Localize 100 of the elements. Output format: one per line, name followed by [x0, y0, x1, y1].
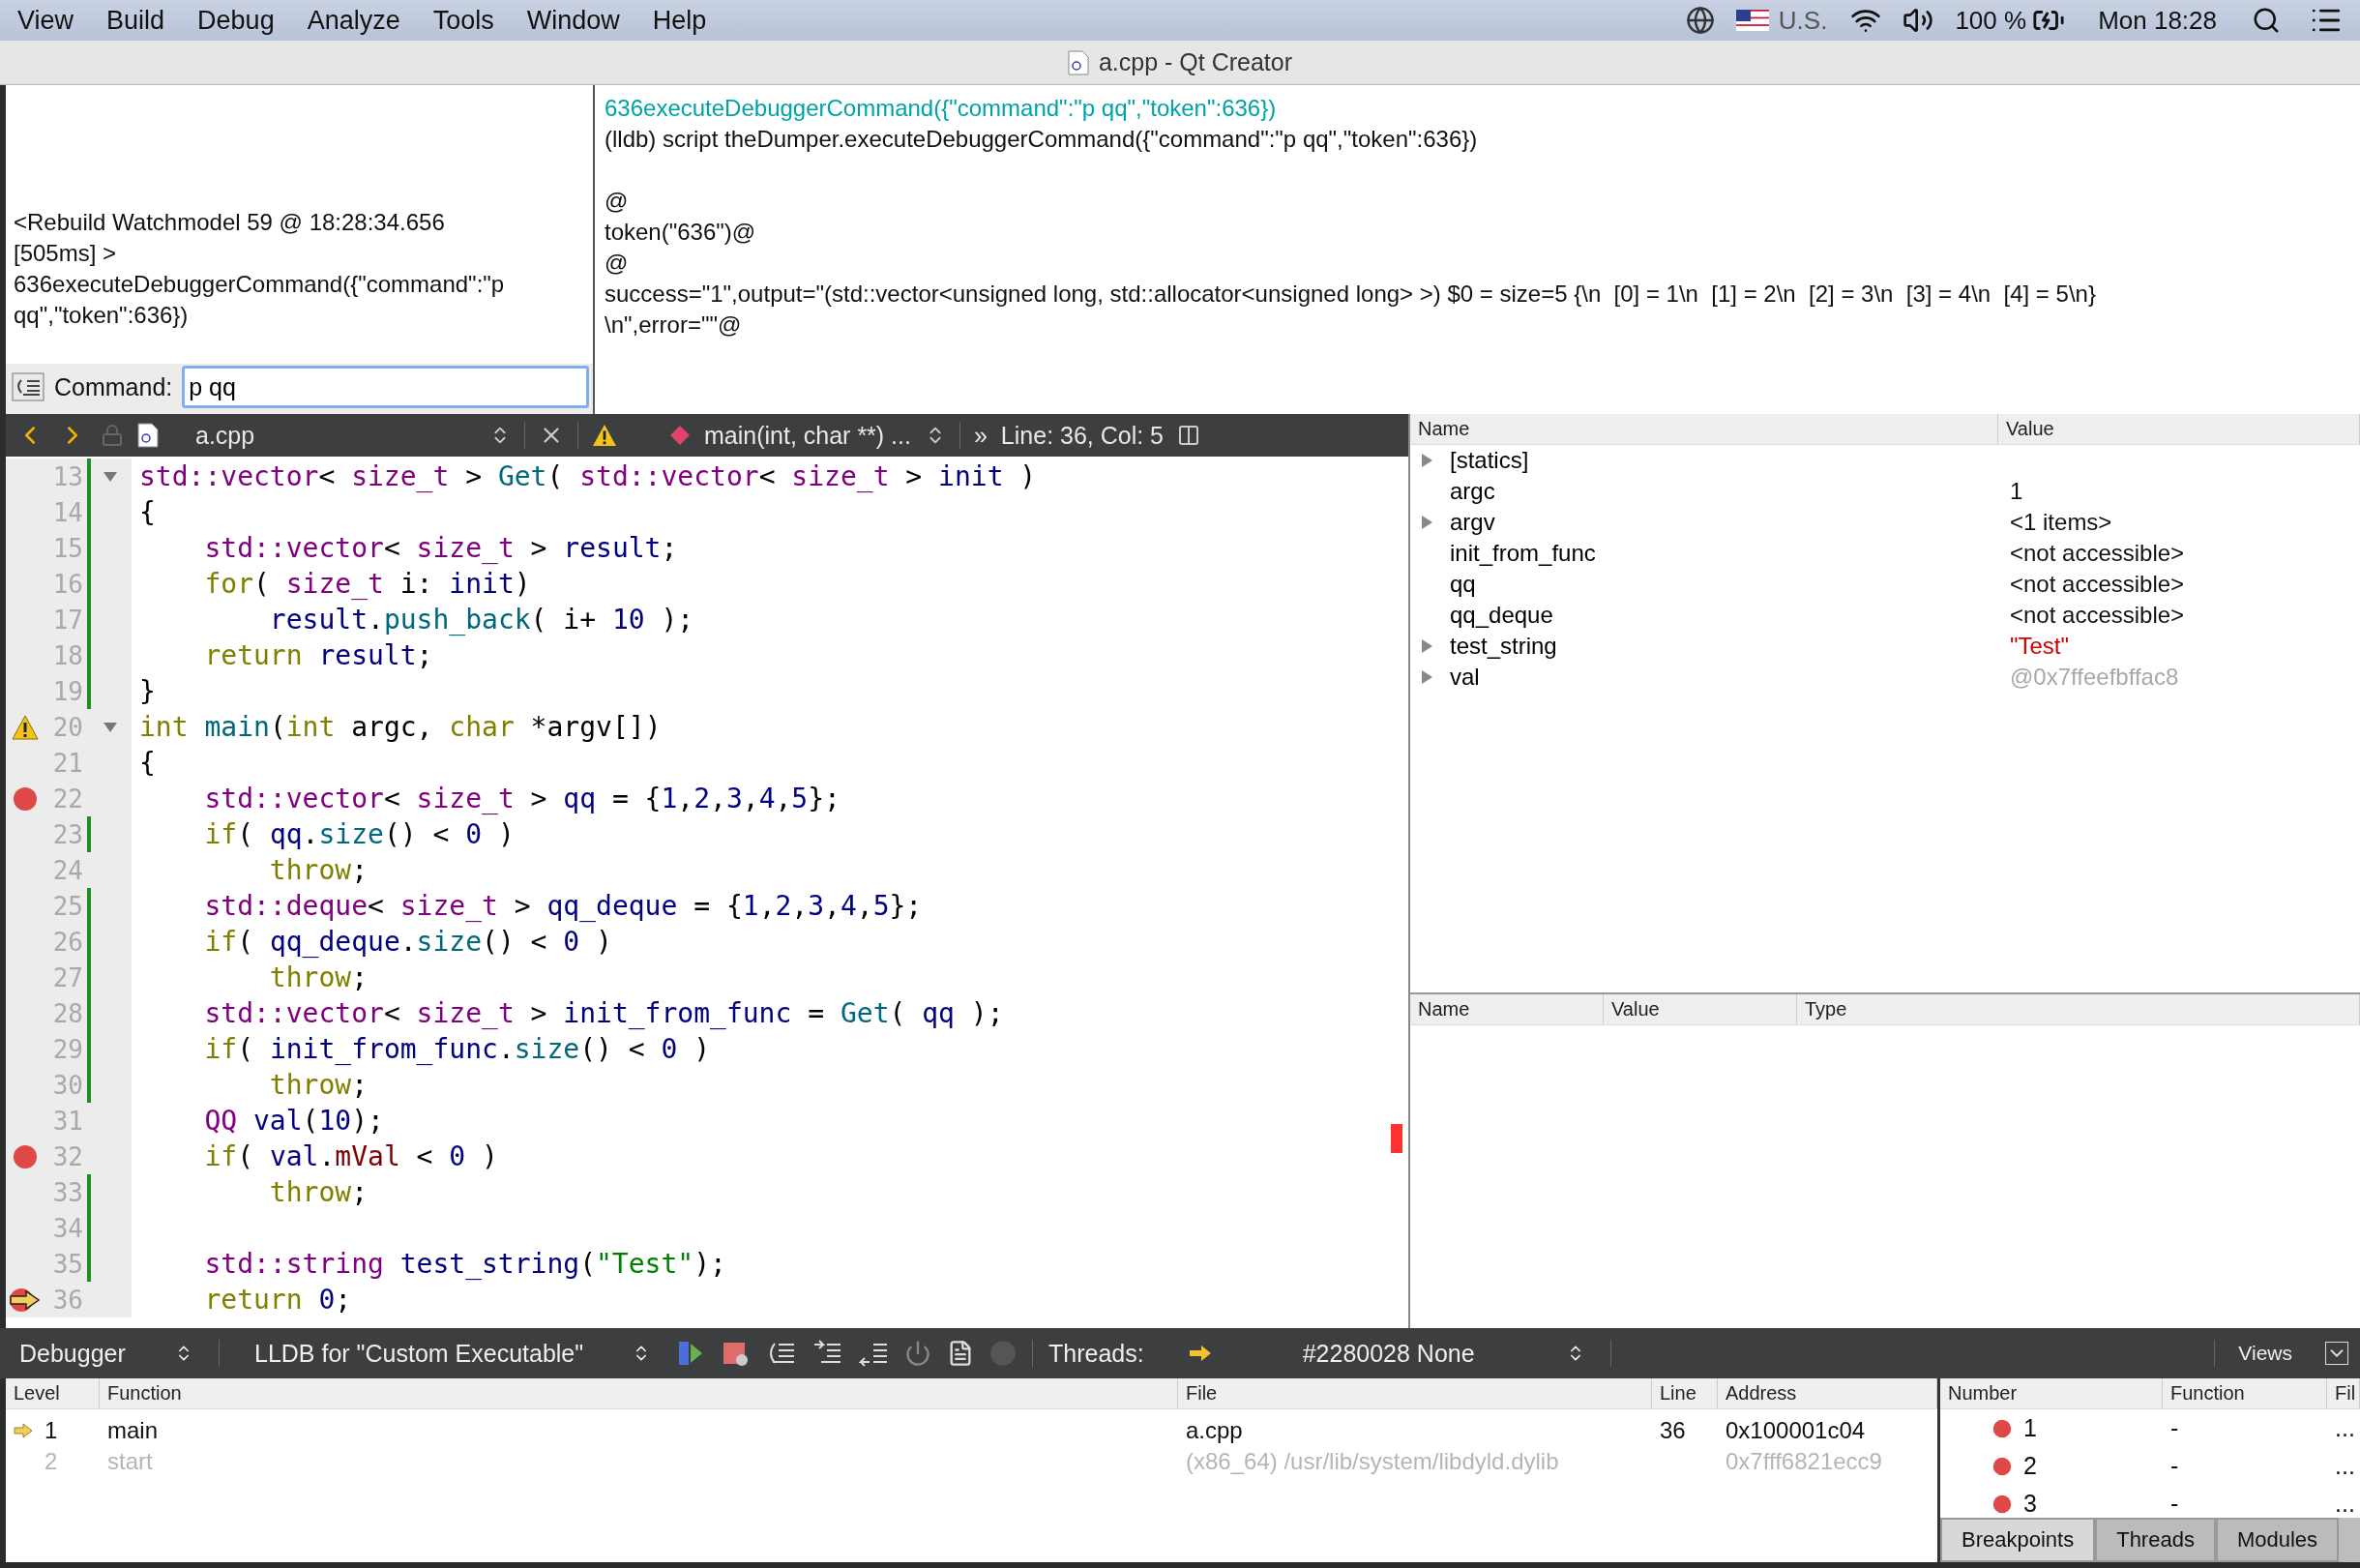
line-number: 30: [51, 1070, 83, 1100]
globe-icon[interactable]: [1685, 6, 1715, 35]
code-line: std::vector< size_t > result;: [203, 532, 678, 564]
split-icon[interactable]: [1177, 424, 1201, 447]
column-header[interactable]: Address: [1718, 1378, 1937, 1408]
code-line: {: [138, 496, 156, 528]
stack-level: 1: [44, 1417, 58, 1444]
line-number: 16: [51, 569, 83, 599]
column-header[interactable]: Name: [1410, 414, 1998, 444]
threads-label: Threads:: [1048, 1339, 1144, 1368]
column-header[interactable]: Line: [1652, 1378, 1718, 1408]
column-header[interactable]: Value: [1604, 994, 1797, 1024]
breakpoint-file: ...: [2335, 1414, 2355, 1442]
breakpoint-number[interactable]: 1: [2023, 1414, 2037, 1442]
fold-icon[interactable]: [103, 721, 118, 733]
variable-name[interactable]: qq_deque: [1450, 602, 1553, 629]
line-number: 35: [51, 1249, 83, 1279]
variable-name[interactable]: [statics]: [1450, 447, 1529, 474]
target-dropdown[interactable]: LLDB for "Custom Executable": [235, 1339, 661, 1368]
stack-address: 0x100001c04: [1726, 1417, 1866, 1444]
tab[interactable]: Breakpoints: [1940, 1518, 2096, 1562]
console-icon[interactable]: [12, 372, 44, 401]
search-icon[interactable]: [2252, 6, 2281, 35]
code-line: if( val.mVal < 0 ): [203, 1140, 498, 1172]
menu-item[interactable]: Window: [526, 5, 620, 36]
expand-arrow-icon[interactable]: [1422, 639, 1432, 653]
cursor-position[interactable]: Line: 36, Col: 5: [1000, 421, 1165, 450]
menu-item[interactable]: Tools: [432, 5, 494, 36]
warning-icon[interactable]: [592, 424, 617, 447]
column-header[interactable]: Number: [1940, 1378, 2163, 1408]
variable-name[interactable]: argv: [1450, 509, 1495, 536]
dropdown-icon[interactable]: [2325, 1342, 2348, 1365]
window-title: a.cpp - Qt Creator: [1098, 48, 1293, 76]
menu-item[interactable]: View: [17, 5, 74, 36]
variable-name[interactable]: val: [1450, 664, 1480, 691]
column-header[interactable]: Level: [6, 1378, 100, 1408]
code-line: std::vector< size_t > Get( std::vector< size_t > init ): [138, 460, 1037, 492]
breakpoint-number[interactable]: 3: [2023, 1490, 2037, 1518]
column-header[interactable]: Type: [1797, 994, 2360, 1024]
breakpoint-number[interactable]: 2: [2023, 1452, 2037, 1480]
stack-function: start: [107, 1448, 153, 1475]
cpp-file-icon: [137, 423, 159, 448]
log-line: token("636")@: [605, 218, 757, 247]
expand-arrow-icon[interactable]: [1422, 516, 1432, 529]
fold-icon[interactable]: [103, 470, 118, 483]
menu-item[interactable]: Analyze: [307, 5, 400, 36]
variable-name[interactable]: qq: [1450, 571, 1476, 598]
clock[interactable]: Mon 18:28: [2098, 5, 2217, 36]
column-header[interactable]: File: [1178, 1378, 1652, 1408]
battery-percentage: 100 %: [1955, 5, 2027, 36]
code-line: std::vector< size_t > init_from_func = Get( qq );: [203, 997, 1004, 1029]
mode-dropdown[interactable]: Debugger: [19, 1339, 203, 1368]
column-header[interactable]: Fil: [2327, 1378, 2360, 1408]
log-line: @: [605, 249, 630, 278]
code-line: std::string test_string("Test");: [203, 1248, 726, 1280]
log-line: 636executeDebuggerCommand({"command":"p: [14, 270, 506, 299]
thread-dropdown[interactable]: #2280028 None: [1188, 1339, 1595, 1368]
variable-name[interactable]: argc: [1450, 478, 1495, 505]
column-header[interactable]: Function: [100, 1378, 1178, 1408]
tab[interactable]: Modules: [2215, 1518, 2340, 1562]
views-button[interactable]: Views: [2230, 1342, 2300, 1365]
code-line: }: [138, 675, 156, 707]
file-name[interactable]: a.cpp: [195, 421, 476, 450]
input-source[interactable]: U.S.: [1778, 5, 1828, 36]
stack-file: a.cpp: [1186, 1417, 1243, 1444]
breakpoint-icon[interactable]: [13, 785, 38, 812]
menu-item[interactable]: Build: [106, 5, 165, 36]
code-line: return result;: [203, 639, 433, 671]
column-header[interactable]: Function: [2163, 1378, 2327, 1408]
symbol-selector[interactable]: main(int, char **) ...: [704, 421, 911, 450]
command-field[interactable]: p qq: [182, 366, 589, 408]
column-header[interactable]: Name: [1410, 994, 1604, 1024]
variable-name[interactable]: test_string: [1450, 633, 1557, 660]
breakpoint-icon: [1992, 1418, 2012, 1438]
breakpoint-file: ...: [2335, 1452, 2355, 1480]
stack-function: main: [107, 1417, 159, 1444]
more-button[interactable]: »: [973, 421, 988, 450]
menu-item[interactable]: Help: [652, 5, 707, 36]
line-number: 36: [51, 1285, 83, 1315]
menu-item[interactable]: Debug: [197, 5, 275, 36]
code-line: for( size_t i: init): [203, 568, 531, 600]
breakpoint-icon[interactable]: [13, 1143, 38, 1169]
stack-level: 2: [44, 1448, 58, 1475]
tab[interactable]: Threads: [2095, 1518, 2216, 1562]
log-line: \n",error=""@: [605, 311, 743, 340]
line-number: 33: [51, 1177, 83, 1207]
code-line: result.push_back( i+ 10 );: [268, 604, 694, 636]
code-line: throw;: [268, 962, 368, 993]
line-number: 21: [51, 748, 83, 778]
expand-arrow-icon[interactable]: [1422, 670, 1432, 684]
breakpoint-function: -: [2170, 1490, 2179, 1518]
log-line: [505ms] >: [14, 239, 118, 268]
code-line: if( qq_deque.size() < 0 ): [203, 926, 612, 958]
power-icon[interactable]: [904, 1340, 931, 1367]
expand-arrow-icon[interactable]: [1422, 454, 1432, 467]
column-header[interactable]: Value: [1998, 414, 2360, 444]
line-number: 22: [51, 784, 83, 814]
variable-name[interactable]: init_from_func: [1450, 540, 1596, 567]
code-line: {: [138, 747, 156, 779]
flag-icon[interactable]: [1735, 10, 1769, 31]
